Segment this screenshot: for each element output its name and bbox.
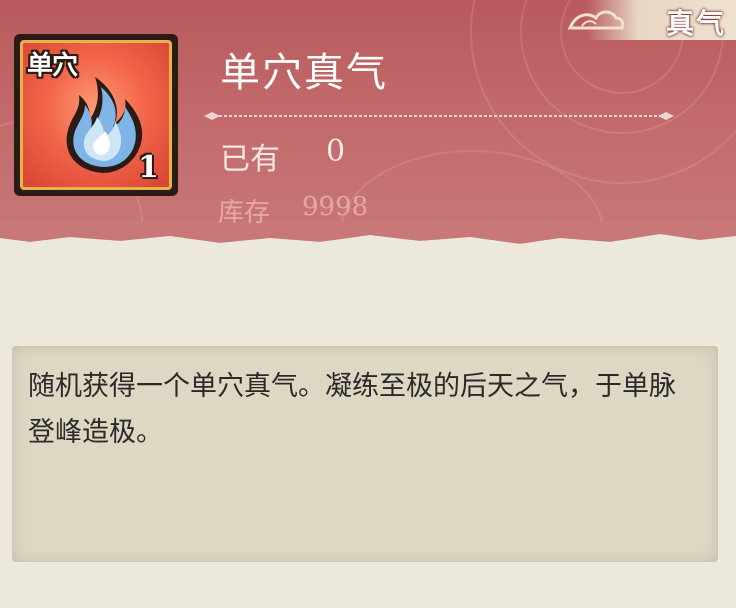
item-description: 随机获得一个单穴真气。凝练至极的后天之气，于单脉登峰造极。 (28, 371, 676, 448)
stock-value: 9998 (302, 192, 369, 222)
title-divider (204, 112, 674, 120)
stock-label: 库存 (218, 198, 271, 228)
owned-value: 0 (326, 134, 346, 169)
torn-paper-edge (0, 222, 736, 258)
item-title: 单穴真气 (220, 50, 388, 96)
description-panel: 随机获得一个单穴真气。凝练至极的后天之气，于单脉登峰造极。 (12, 346, 718, 562)
owned-label: 已有 (220, 142, 280, 177)
item-icon-frame: 单穴 1 (20, 40, 172, 190)
category-tag-label: 真气 (665, 7, 726, 40)
item-icon-card[interactable]: 单穴 1 (14, 34, 178, 196)
item-icon-count: 1 (138, 150, 159, 185)
cloud-ornament-icon (567, 10, 625, 30)
item-icon-label: 单穴 (27, 51, 78, 81)
